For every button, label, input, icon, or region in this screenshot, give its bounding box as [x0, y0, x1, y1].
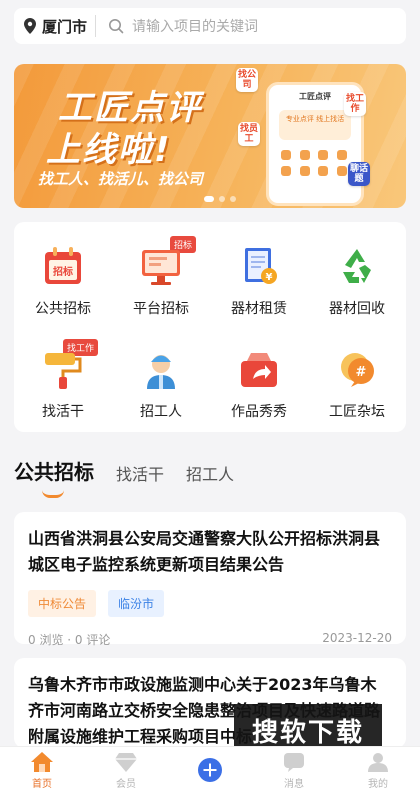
- grid-item-label: 工匠杂坛: [329, 404, 385, 420]
- search-placeholder: 请输入项目的关键词: [132, 19, 259, 35]
- city-label: 厦门市: [42, 17, 88, 36]
- nav-label: 首页: [32, 779, 52, 790]
- banner-tag: 聊话题: [348, 162, 370, 186]
- status-badge: 中标公告: [28, 590, 97, 617]
- grid-item-label: 器材回收: [329, 301, 385, 317]
- message-icon: [284, 753, 304, 772]
- banner-tag: 找员工: [238, 122, 260, 146]
- phone-icon-grid: [281, 150, 349, 176]
- nav-home[interactable]: 首页: [0, 747, 84, 794]
- banner-subtitle: 找工人、找活儿、找公司: [38, 170, 204, 188]
- calendar-icon: 招标: [45, 247, 81, 284]
- grid-item-equipment-rental[interactable]: ¥ 器材租赁: [210, 244, 308, 329]
- tender-card[interactable]: 山西省洪洞县公安局交通警察大队公开招标洪洞县城区电子监控系统更新项目结果公告 中…: [14, 512, 406, 647]
- tab-label: 公共招标: [14, 460, 94, 484]
- card-meta: 0 浏览 · 0 评论 2023-12-20: [28, 631, 392, 648]
- category-grid: 招标 公共招标 招标 平台招标 ¥ 器材租赁 器材回收 找工作 找活干 招工人 …: [14, 222, 406, 432]
- nav-messages[interactable]: 消息: [252, 747, 336, 794]
- banner-headline-2: 上线啦!: [46, 130, 172, 170]
- grid-item-label: 作品秀秀: [231, 404, 287, 420]
- location-pin-icon: [24, 18, 36, 34]
- nav-label: 会员: [116, 779, 136, 790]
- carousel-dots[interactable]: [204, 196, 236, 202]
- svg-text:招标: 招标: [53, 265, 73, 278]
- monitor-icon: [142, 250, 180, 285]
- svg-text:#: #: [356, 365, 367, 380]
- document-icon: ¥: [245, 248, 277, 284]
- region-badge: 临汾市: [108, 590, 165, 617]
- grid-item-label: 公共招标: [35, 301, 91, 317]
- carousel-dot[interactable]: [219, 196, 225, 202]
- tab-hire-workers[interactable]: 招工人: [186, 461, 234, 485]
- profile-icon: [368, 753, 388, 772]
- card-date: 2023-12-20: [322, 631, 392, 645]
- grid-item-label: 平台招标: [133, 301, 189, 317]
- search-bar: 厦门市 请输入项目的关键词: [14, 8, 406, 44]
- tab-label: 找活干: [116, 465, 165, 484]
- grid-item-public-tender[interactable]: 招标 公共招标: [14, 244, 112, 329]
- carousel-dot[interactable]: [230, 196, 236, 202]
- paint-roller-icon: [45, 353, 82, 389]
- carousel-dot[interactable]: [204, 196, 214, 202]
- nav-label: 消息: [284, 779, 304, 790]
- tab-public-tender[interactable]: 公共招标: [14, 456, 94, 498]
- content-tabs: 公共招标 找活干 招工人: [14, 456, 256, 498]
- grid-item-equipment-recycle[interactable]: 器材回收: [308, 244, 406, 329]
- home-icon: [31, 752, 53, 772]
- promo-banner[interactable]: 工匠点评 上线啦! 找工人、找活儿、找公司 工匠点评 专业点评 线上找活 找公司…: [14, 64, 406, 208]
- grid-item-label: 器材租赁: [231, 301, 287, 317]
- svg-text:¥: ¥: [266, 272, 273, 283]
- plus-icon: [198, 757, 222, 782]
- card-stats: 0 浏览 · 0 评论: [28, 633, 111, 647]
- phone-card-text: 专业点评 线上找活: [279, 110, 351, 140]
- share-box-icon: [241, 353, 277, 387]
- card-title: 山西省洪洞县公安局交通警察大队公开招标洪洞县城区电子监控系统更新项目结果公告: [28, 529, 381, 574]
- tab-label: 招工人: [186, 465, 235, 484]
- search-input[interactable]: 请输入项目的关键词: [96, 16, 406, 36]
- tab-indicator: [42, 490, 64, 498]
- grid-item-label: 找活干: [42, 404, 84, 420]
- nav-publish[interactable]: [168, 747, 252, 794]
- nav-label: 我的: [368, 779, 388, 790]
- nav-profile[interactable]: 我的: [336, 747, 420, 794]
- card-tags: 中标公告 临汾市: [28, 590, 392, 617]
- grid-item-find-work[interactable]: 找工作 找活干: [14, 339, 112, 432]
- worker-icon: [147, 355, 175, 389]
- diamond-icon: [115, 753, 137, 772]
- city-selector[interactable]: 厦门市: [14, 16, 95, 37]
- recycle-icon: [343, 249, 371, 283]
- nav-member[interactable]: 会员: [84, 747, 168, 794]
- bottom-nav: 首页 会员 消息 我的: [0, 746, 420, 794]
- grid-item-craftsman-forum[interactable]: # 工匠杂坛: [308, 347, 406, 432]
- banner-tag: 找工作: [344, 92, 366, 116]
- grid-item-platform-tender[interactable]: 招标 平台招标: [112, 236, 210, 329]
- search-icon: [109, 19, 124, 34]
- grid-item-hire-workers[interactable]: 招工人: [112, 347, 210, 432]
- banner-tag: 找公司: [236, 68, 258, 92]
- grid-item-label: 招工人: [140, 404, 182, 420]
- chat-bubble-icon: #: [341, 353, 374, 387]
- grid-item-works-show[interactable]: 作品秀秀: [210, 347, 308, 432]
- tab-find-work[interactable]: 找活干: [116, 461, 164, 485]
